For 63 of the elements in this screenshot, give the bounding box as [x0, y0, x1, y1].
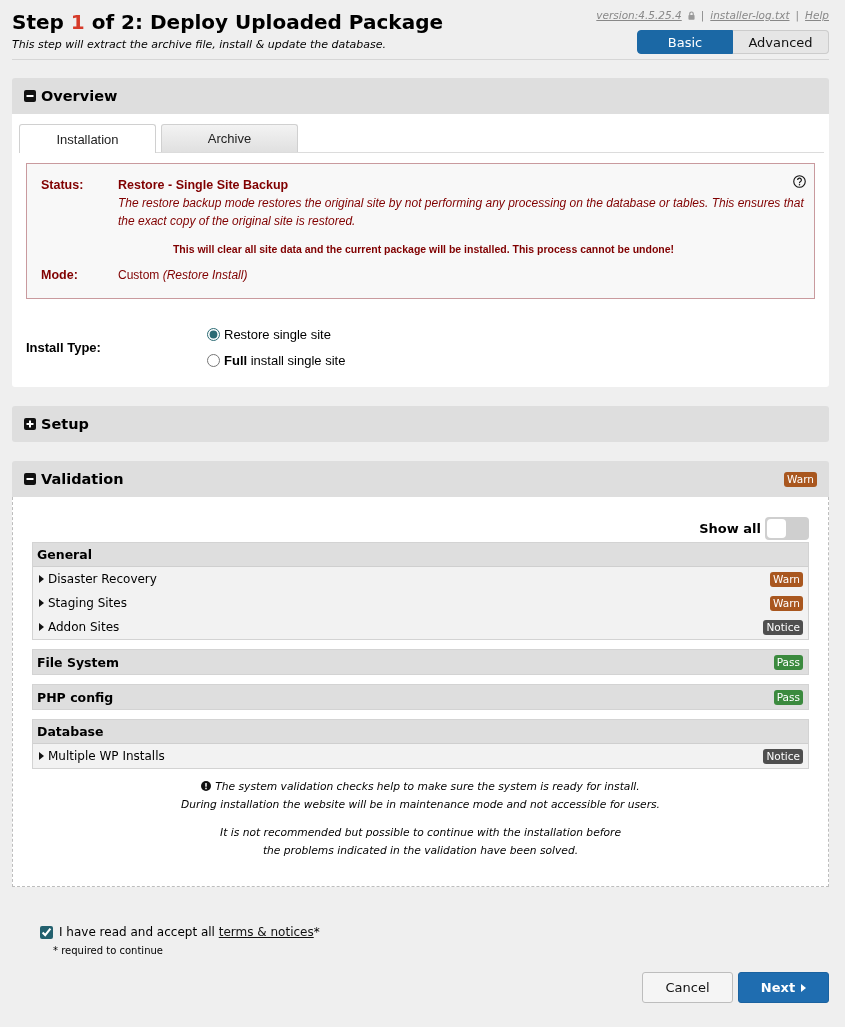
help-icon[interactable]	[793, 175, 806, 188]
info-icon	[201, 781, 212, 791]
status-badge: Notice	[763, 619, 803, 635]
group-header[interactable]: Database	[33, 720, 808, 744]
group-title: File System	[37, 654, 119, 670]
status-description: The restore backup mode restores the original site by not performing any processing on the database or tables. This ensures that the exact copy of the original site is restored.	[118, 195, 805, 230]
warning-text: This will clear all site data and the current package will be installed. This process cannot be undone!	[171, 242, 676, 256]
check-row[interactable]: Disaster Recovery Warn	[33, 567, 808, 591]
cancel-button[interactable]: Cancel	[642, 972, 733, 1003]
mode-label: Mode:	[41, 267, 79, 284]
tab[interactable]: Archive	[161, 124, 298, 152]
check-row[interactable]: Staging Sites Warn	[33, 591, 808, 615]
status-badge: Pass	[773, 689, 803, 705]
status-badge: Warn	[770, 595, 803, 611]
page-title: Step 1 of 2: Deploy Uploaded Package	[12, 9, 443, 36]
group-title: PHP config	[37, 689, 114, 705]
check-label: Multiple WP Installs	[48, 749, 166, 763]
section-header[interactable]: Overview	[12, 78, 829, 114]
view-mode-button[interactable]: Advanced	[733, 30, 829, 54]
group-header[interactable]: File System Pass	[33, 650, 808, 674]
section-title: Setup	[41, 416, 89, 432]
check-row[interactable]: Addon Sites Notice	[33, 615, 808, 639]
accept-label: I have read and accept all terms & notices*	[59, 925, 320, 939]
status-badge: Warn	[784, 471, 817, 487]
terms-link[interactable]: terms & notices	[218, 925, 314, 939]
group-title: General	[37, 547, 92, 562]
link-separator: |	[795, 8, 800, 22]
section-title: Overview	[41, 88, 118, 104]
radio-label[interactable]: Full install single site	[224, 353, 346, 368]
group-header[interactable]: General	[33, 543, 808, 567]
view-mode-button[interactable]: Basic	[637, 30, 733, 54]
link-separator: |	[700, 8, 705, 22]
section-title: Validation	[41, 471, 124, 487]
group-header[interactable]: PHP config Pass	[33, 685, 808, 709]
section-header[interactable]: Validation Warn	[12, 461, 829, 497]
install-type-label: Install Type:	[26, 340, 102, 355]
show-all-label: Show all	[699, 521, 761, 536]
page-subtitle: This step will extract the archive file, install & update the database.	[12, 38, 388, 52]
tab[interactable]: Installation	[19, 124, 156, 153]
check-label: Disaster Recovery	[48, 572, 158, 586]
status-badge: Warn	[770, 571, 803, 587]
radio-button[interactable]	[207, 328, 220, 341]
validation-note: It is not recommended but possible to continue with the installation before the problems indicated in the validation have been solved.	[220, 826, 621, 857]
accept-checkbox[interactable]	[40, 925, 53, 939]
lock-icon	[687, 10, 695, 20]
status-badge: Pass	[773, 654, 803, 670]
next-button[interactable]: Next	[738, 972, 829, 1003]
group-title: Database	[37, 724, 104, 739]
status-badge: Notice	[763, 748, 803, 764]
check-label: Addon Sites	[48, 620, 121, 634]
check-row[interactable]: Multiple WP Installs Notice	[33, 744, 808, 768]
status-title: Restore - Single Site Backup	[118, 177, 290, 194]
required-note: * required to continue	[53, 945, 163, 956]
caret-right-icon	[801, 983, 807, 992]
status-label: Status:	[41, 177, 85, 194]
validation-note: The system validation checks help to make sure the system is ready for install.	[215, 780, 640, 793]
mode-value: Custom (Restore Install)	[118, 267, 249, 284]
check-label: Staging Sites	[48, 596, 128, 610]
radio-button[interactable]	[207, 354, 220, 367]
toggle-switch[interactable]	[765, 517, 809, 540]
radio-label[interactable]: Restore single site	[224, 327, 331, 342]
validation-note: During installation the website will be in maintenance mode and not accessible for users.	[181, 797, 660, 811]
section-header[interactable]: Setup	[12, 406, 829, 442]
